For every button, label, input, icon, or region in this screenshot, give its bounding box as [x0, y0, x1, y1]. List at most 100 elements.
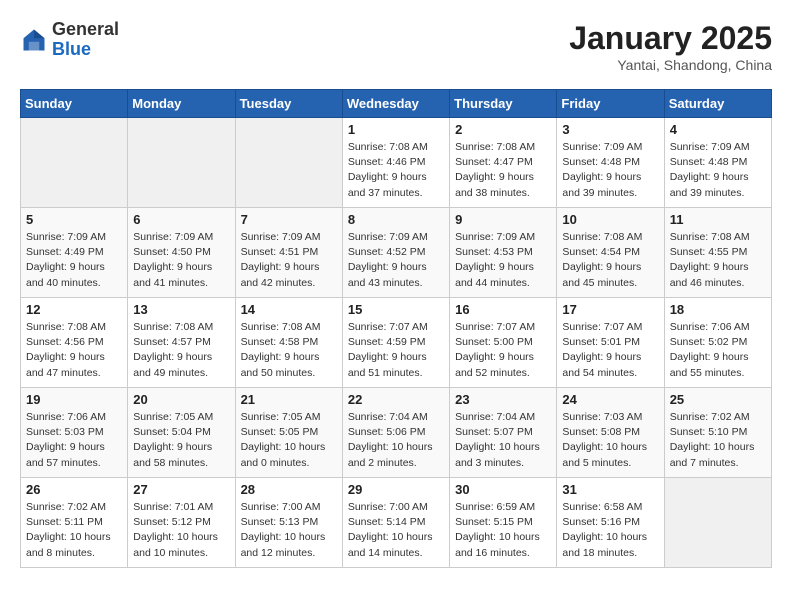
day-number: 16	[455, 302, 551, 317]
day-number: 1	[348, 122, 444, 137]
day-cell-16: 16 Sunrise: 7:07 AM Sunset: 5:00 PM Dayli…	[450, 298, 557, 388]
weekday-header-sunday: Sunday	[21, 90, 128, 118]
day-cell-2: 2Sunrise: 7:08 AM Sunset: 4:47 PM Daylig…	[450, 118, 557, 208]
day-number: 27	[133, 482, 229, 497]
day-info: Sunrise: 7:05 AM Sunset: 5:04 PM Dayligh…	[133, 410, 229, 471]
day-cell-23: 23 Sunrise: 7:04 AM Sunset: 5:07 PM Dayli…	[450, 388, 557, 478]
day-number: 24	[562, 392, 658, 407]
day-info: Sunrise: 7:06 AM Sunset: 5:02 PM Dayligh…	[670, 320, 766, 381]
title-block: January 2025 Yantai, Shandong, China	[569, 20, 772, 73]
day-cell-12: 12 Sunrise: 7:08 AM Sunset: 4:56 PM Dayli…	[21, 298, 128, 388]
day-info: Sunrise: 7:08 AM Sunset: 4:46 PM Dayligh…	[348, 140, 444, 201]
day-cell-30: 30 Sunrise: 6:59 AM Sunset: 5:15 PM Dayli…	[450, 478, 557, 568]
day-number: 12	[26, 302, 122, 317]
day-info: Sunrise: 7:08 AM Sunset: 4:56 PM Dayligh…	[26, 320, 122, 381]
day-number: 11	[670, 212, 766, 227]
logo: General Blue	[20, 20, 119, 60]
day-cell-4: 4 Sunrise: 7:09 AM Sunset: 4:48 PM Daylig…	[664, 118, 771, 208]
day-info: Sunrise: 7:09 AM Sunset: 4:48 PM Dayligh…	[670, 140, 766, 201]
day-cell-29: 29 Sunrise: 7:00 AM Sunset: 5:14 PM Dayli…	[342, 478, 449, 568]
day-info: Sunrise: 7:08 AM Sunset: 4:55 PM Dayligh…	[670, 230, 766, 291]
day-info: Sunrise: 7:08 AM Sunset: 4:58 PM Dayligh…	[241, 320, 337, 381]
day-info: Sunrise: 7:04 AM Sunset: 5:06 PM Dayligh…	[348, 410, 444, 471]
day-info: Sunrise: 7:03 AM Sunset: 5:08 PM Dayligh…	[562, 410, 658, 471]
day-number: 7	[241, 212, 337, 227]
day-number: 19	[26, 392, 122, 407]
day-number: 21	[241, 392, 337, 407]
day-info: Sunrise: 7:09 AM Sunset: 4:51 PM Dayligh…	[241, 230, 337, 291]
day-cell-9: 9Sunrise: 7:09 AM Sunset: 4:53 PM Daylig…	[450, 208, 557, 298]
day-info: Sunrise: 6:59 AM Sunset: 5:15 PM Dayligh…	[455, 500, 551, 561]
day-info: Sunrise: 6:58 AM Sunset: 5:16 PM Dayligh…	[562, 500, 658, 561]
day-number: 5	[26, 212, 122, 227]
day-info: Sunrise: 7:00 AM Sunset: 5:14 PM Dayligh…	[348, 500, 444, 561]
day-number: 22	[348, 392, 444, 407]
day-info: Sunrise: 7:08 AM Sunset: 4:47 PM Dayligh…	[455, 140, 551, 201]
day-number: 6	[133, 212, 229, 227]
logo-icon	[20, 26, 48, 54]
day-cell-15: 15 Sunrise: 7:07 AM Sunset: 4:59 PM Dayli…	[342, 298, 449, 388]
day-number: 9	[455, 212, 551, 227]
page-header: General Blue January 2025 Yantai, Shando…	[20, 20, 772, 73]
day-info: Sunrise: 7:06 AM Sunset: 5:03 PM Dayligh…	[26, 410, 122, 471]
day-info: Sunrise: 7:09 AM Sunset: 4:49 PM Dayligh…	[26, 230, 122, 291]
day-number: 30	[455, 482, 551, 497]
day-number: 14	[241, 302, 337, 317]
weekday-header-wednesday: Wednesday	[342, 90, 449, 118]
week-row-3: 12 Sunrise: 7:08 AM Sunset: 4:56 PM Dayli…	[21, 298, 772, 388]
day-cell-28: 28Sunrise: 7:00 AM Sunset: 5:13 PM Dayli…	[235, 478, 342, 568]
day-cell-5: 5 Sunrise: 7:09 AM Sunset: 4:49 PM Daylig…	[21, 208, 128, 298]
location: Yantai, Shandong, China	[569, 57, 772, 73]
day-info: Sunrise: 7:05 AM Sunset: 5:05 PM Dayligh…	[241, 410, 337, 471]
day-cell-10: 10Sunrise: 7:08 AM Sunset: 4:54 PM Dayli…	[557, 208, 664, 298]
weekday-header-tuesday: Tuesday	[235, 90, 342, 118]
day-number: 15	[348, 302, 444, 317]
day-number: 4	[670, 122, 766, 137]
weekday-header-thursday: Thursday	[450, 90, 557, 118]
logo-general: General	[52, 20, 119, 40]
day-info: Sunrise: 7:09 AM Sunset: 4:52 PM Dayligh…	[348, 230, 444, 291]
day-cell-21: 21 Sunrise: 7:05 AM Sunset: 5:05 PM Dayli…	[235, 388, 342, 478]
weekday-header-saturday: Saturday	[664, 90, 771, 118]
day-info: Sunrise: 7:04 AM Sunset: 5:07 PM Dayligh…	[455, 410, 551, 471]
day-cell-27: 27 Sunrise: 7:01 AM Sunset: 5:12 PM Dayli…	[128, 478, 235, 568]
day-cell-22: 22 Sunrise: 7:04 AM Sunset: 5:06 PM Dayli…	[342, 388, 449, 478]
day-number: 28	[241, 482, 337, 497]
day-number: 8	[348, 212, 444, 227]
day-info: Sunrise: 7:09 AM Sunset: 4:48 PM Dayligh…	[562, 140, 658, 201]
day-cell-1: 1 Sunrise: 7:08 AM Sunset: 4:46 PM Daylig…	[342, 118, 449, 208]
weekday-header-row: SundayMondayTuesdayWednesdayThursdayFrid…	[21, 90, 772, 118]
day-info: Sunrise: 7:08 AM Sunset: 4:54 PM Dayligh…	[562, 230, 658, 291]
day-info: Sunrise: 7:01 AM Sunset: 5:12 PM Dayligh…	[133, 500, 229, 561]
day-info: Sunrise: 7:08 AM Sunset: 4:57 PM Dayligh…	[133, 320, 229, 381]
day-cell-13: 13 Sunrise: 7:08 AM Sunset: 4:57 PM Dayli…	[128, 298, 235, 388]
day-cell-24: 24 Sunrise: 7:03 AM Sunset: 5:08 PM Dayli…	[557, 388, 664, 478]
day-info: Sunrise: 7:07 AM Sunset: 4:59 PM Dayligh…	[348, 320, 444, 381]
day-number: 25	[670, 392, 766, 407]
day-number: 17	[562, 302, 658, 317]
logo-text: General Blue	[52, 20, 119, 60]
empty-cell	[235, 118, 342, 208]
calendar: SundayMondayTuesdayWednesdayThursdayFrid…	[20, 89, 772, 568]
day-info: Sunrise: 7:09 AM Sunset: 4:50 PM Dayligh…	[133, 230, 229, 291]
day-number: 13	[133, 302, 229, 317]
day-cell-19: 19 Sunrise: 7:06 AM Sunset: 5:03 PM Dayli…	[21, 388, 128, 478]
day-info: Sunrise: 7:02 AM Sunset: 5:11 PM Dayligh…	[26, 500, 122, 561]
day-number: 23	[455, 392, 551, 407]
day-cell-17: 17 Sunrise: 7:07 AM Sunset: 5:01 PM Dayli…	[557, 298, 664, 388]
empty-cell	[664, 478, 771, 568]
week-row-5: 26 Sunrise: 7:02 AM Sunset: 5:11 PM Dayli…	[21, 478, 772, 568]
day-cell-8: 8 Sunrise: 7:09 AM Sunset: 4:52 PM Daylig…	[342, 208, 449, 298]
day-info: Sunrise: 7:07 AM Sunset: 5:01 PM Dayligh…	[562, 320, 658, 381]
week-row-1: 1 Sunrise: 7:08 AM Sunset: 4:46 PM Daylig…	[21, 118, 772, 208]
day-info: Sunrise: 7:07 AM Sunset: 5:00 PM Dayligh…	[455, 320, 551, 381]
day-cell-31: 31Sunrise: 6:58 AM Sunset: 5:16 PM Dayli…	[557, 478, 664, 568]
day-number: 29	[348, 482, 444, 497]
day-cell-25: 25Sunrise: 7:02 AM Sunset: 5:10 PM Dayli…	[664, 388, 771, 478]
day-cell-11: 11 Sunrise: 7:08 AM Sunset: 4:55 PM Dayli…	[664, 208, 771, 298]
day-cell-18: 18 Sunrise: 7:06 AM Sunset: 5:02 PM Dayli…	[664, 298, 771, 388]
weekday-header-friday: Friday	[557, 90, 664, 118]
week-row-4: 19 Sunrise: 7:06 AM Sunset: 5:03 PM Dayli…	[21, 388, 772, 478]
day-number: 26	[26, 482, 122, 497]
day-number: 18	[670, 302, 766, 317]
